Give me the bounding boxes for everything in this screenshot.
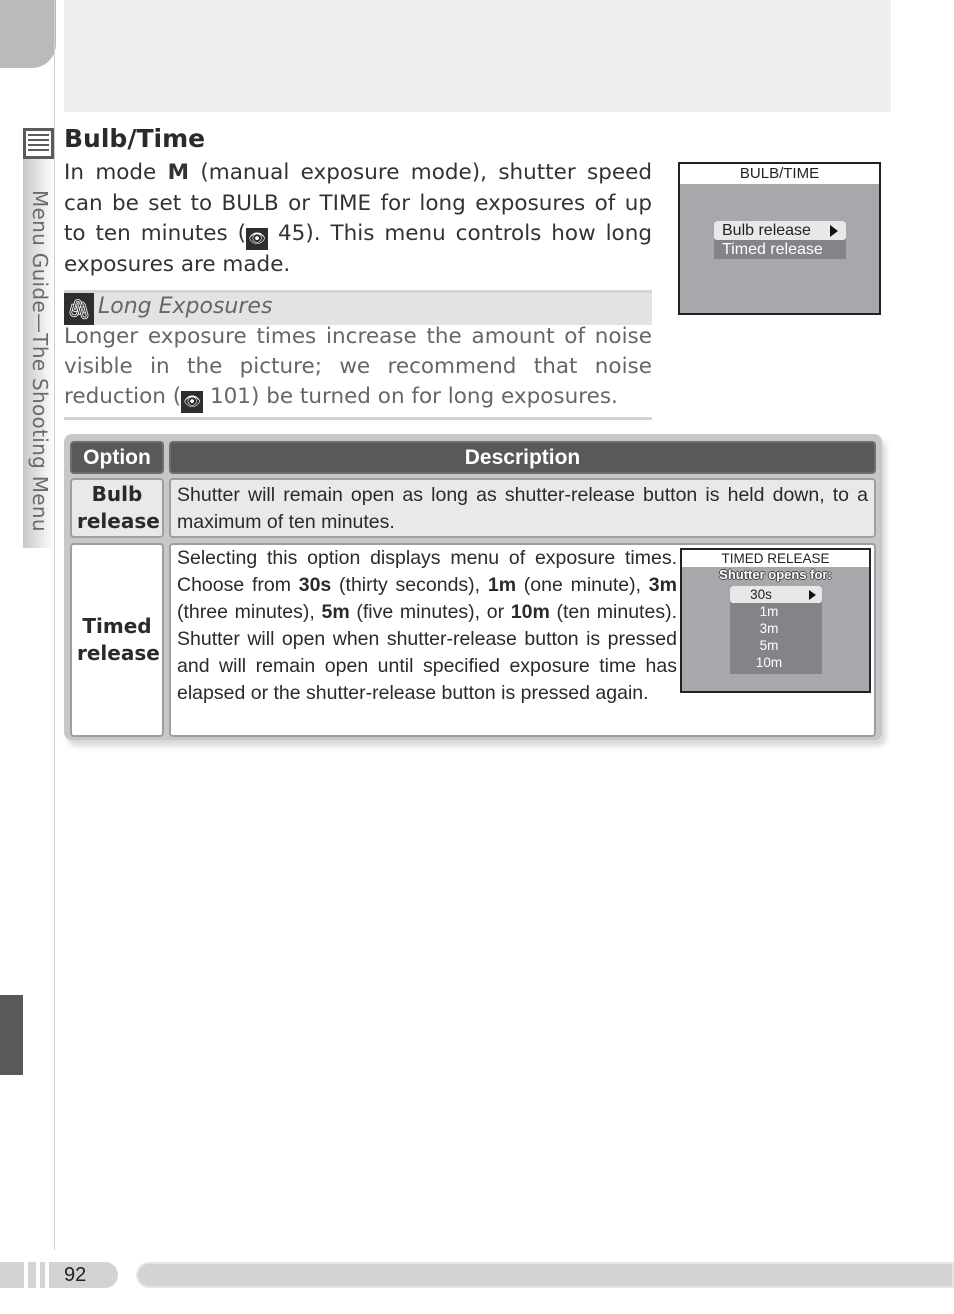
lcd-header: TIMED RELEASE xyxy=(682,550,869,567)
mode-label: M xyxy=(167,160,190,185)
top-banner xyxy=(64,0,891,112)
footer-bar xyxy=(136,1262,954,1288)
table-row-option: Bulb release xyxy=(70,478,164,538)
paperclip-icon: 🖇 xyxy=(64,293,94,325)
side-chapter-label: Menu Guide—The Shooting Menu xyxy=(28,190,52,532)
footer-page-tab xyxy=(0,1262,118,1288)
lcd-option-timed-release[interactable]: Timed release xyxy=(714,240,846,259)
time-option: 30s xyxy=(298,574,332,596)
lcd-option-bulb-release[interactable]: Bulb release xyxy=(714,221,846,240)
desc-text: (one minute), xyxy=(516,574,649,596)
chapter-tab-top xyxy=(0,0,56,68)
footer-stripe xyxy=(36,1262,40,1288)
right-arrow-icon xyxy=(830,224,838,237)
option-name: Timed release xyxy=(77,614,160,665)
footer-stripe xyxy=(24,1262,28,1288)
lcd-option-label: Timed release xyxy=(722,241,823,258)
note-text: ) be turned on for long exposures. xyxy=(251,384,618,409)
page-reference-link[interactable]: 101 xyxy=(210,384,251,409)
lcd-bulb-time-menu: BULB/TIME Bulb release Timed release xyxy=(678,162,881,315)
margin-rule xyxy=(54,0,55,1250)
page-reference-link[interactable]: 45 xyxy=(278,221,305,246)
lcd-timed-release-menu: TIMED RELEASE Shutter opens for: 30s 1m … xyxy=(680,548,871,693)
lcd-option-5m[interactable]: 5m xyxy=(730,637,822,654)
page-reference-eye-icon: 👁 xyxy=(181,391,204,413)
chapter-index-tab xyxy=(0,995,23,1075)
footer-stripe xyxy=(45,1262,49,1288)
time-option: 1m xyxy=(487,574,517,596)
column-header-option: Option xyxy=(70,441,164,474)
page-reference-eye-icon: 👁 xyxy=(246,228,269,250)
lcd-subtitle: Shutter opens for: xyxy=(719,567,832,582)
right-arrow-icon xyxy=(809,589,816,600)
lcd-option-label: 10m xyxy=(755,655,783,670)
note-body: Longer exposure times increase the amoun… xyxy=(64,322,652,420)
intro-paragraph: In mode M (manual exposure mode), shutte… xyxy=(64,158,652,281)
lcd-option-list: Bulb release Timed release xyxy=(714,221,846,259)
time-option: 3m xyxy=(648,574,677,596)
lcd-option-label: Bulb release xyxy=(722,222,811,239)
page-number: 92 xyxy=(64,1264,87,1286)
lcd-option-3m[interactable]: 3m xyxy=(730,620,822,637)
desc-text: (thirty seconds), xyxy=(331,574,488,596)
lcd-header: BULB/TIME xyxy=(680,164,879,184)
intro-text: In mode xyxy=(64,160,168,185)
lcd-option-30s[interactable]: 30s xyxy=(730,586,822,603)
note-header: 🖇 Long Exposures xyxy=(64,290,652,325)
lcd-option-10m[interactable]: 10m xyxy=(730,654,822,671)
lcd-option-label: 3m xyxy=(759,621,779,636)
lcd-option-1m[interactable]: 1m xyxy=(730,603,822,620)
desc-text: (five minutes), or xyxy=(349,601,511,623)
time-option: 5m xyxy=(321,601,350,623)
lcd-option-label: 1m xyxy=(759,604,779,619)
lcd-option-label: 30s xyxy=(750,587,772,602)
table-row-description: Shutter will remain open as long as shut… xyxy=(169,478,876,538)
column-header-description: Description xyxy=(169,441,876,474)
option-name: Bulb release xyxy=(77,482,160,533)
lcd-option-label: 5m xyxy=(759,638,779,653)
note-title: Long Exposures xyxy=(98,294,273,319)
page-title: Bulb/Time xyxy=(64,124,206,153)
table-row-option: Timed release xyxy=(70,543,164,737)
desc-text: (three minutes), xyxy=(177,601,322,623)
timed-release-description: Selecting this option displays menu of e… xyxy=(177,545,677,707)
lcd-option-list: 30s 1m 3m 5m 10m xyxy=(730,586,822,674)
menu-guide-icon xyxy=(23,128,54,159)
time-option: 10m xyxy=(510,601,550,623)
